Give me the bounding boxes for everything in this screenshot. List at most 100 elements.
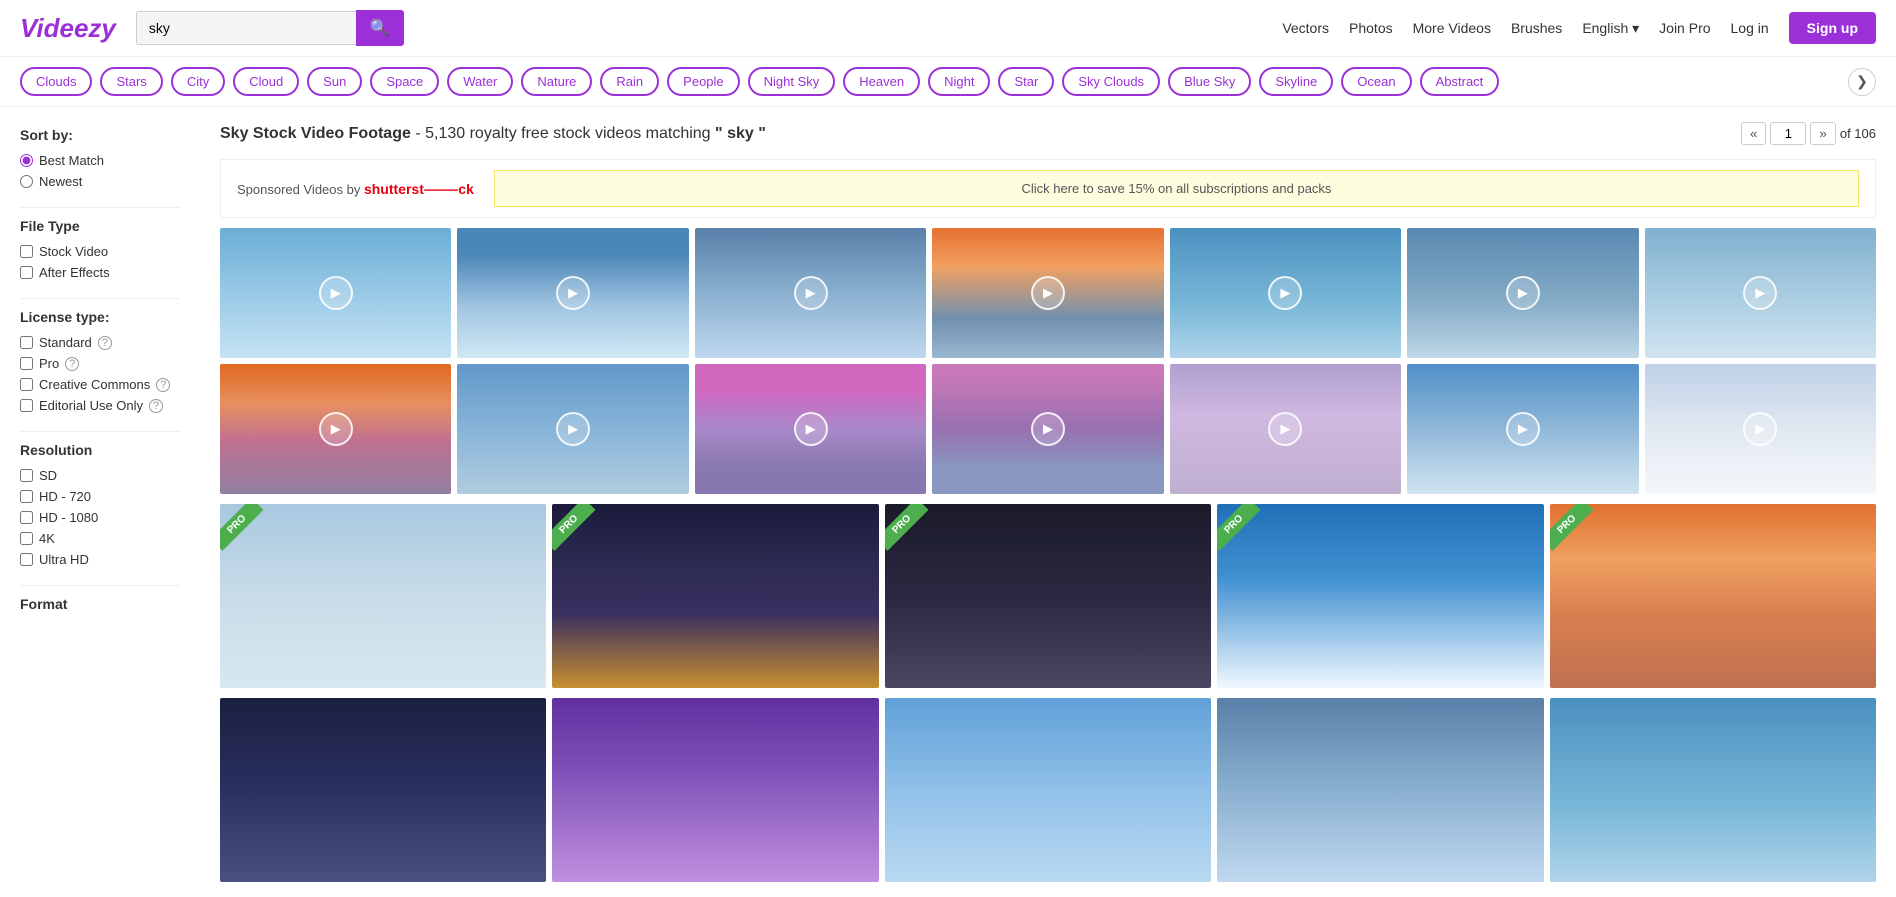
editorial-help-icon[interactable]: ? [149,399,163,413]
video-thumb-7[interactable]: ▶ [1645,228,1876,358]
video-thumb-12[interactable]: ▶ [1170,364,1401,494]
tag-ocean[interactable]: Ocean [1341,67,1411,96]
tag-people[interactable]: People [667,67,739,96]
tag-sky-clouds[interactable]: Sky Clouds [1062,67,1160,96]
page-next-button[interactable]: » [1810,122,1835,145]
tag-clouds[interactable]: Clouds [20,67,92,96]
video-thumb-pro-5[interactable] [1550,504,1876,688]
tag-cloud[interactable]: Cloud [233,67,299,96]
nav-more-videos[interactable]: More Videos [1413,20,1491,36]
play-button-3[interactable]: ▶ [794,276,828,310]
play-button-13[interactable]: ▶ [1506,412,1540,446]
video-thumb-1[interactable]: ▶ [220,228,451,358]
play-button-4[interactable]: ▶ [1031,276,1065,310]
video-thumb-3[interactable]: ▶ [695,228,926,358]
tag-nature[interactable]: Nature [521,67,592,96]
tag-star[interactable]: Star [998,67,1054,96]
play-button-12[interactable]: ▶ [1268,412,1302,446]
video-thumb-5[interactable]: ▶ [1170,228,1401,358]
shutterstock-logo[interactable]: shutterst⸻ck [364,181,474,197]
tag-night-sky[interactable]: Night Sky [748,67,836,96]
license-standard[interactable]: Standard ? [20,335,180,350]
video-thumb-2[interactable]: ▶ [457,228,688,358]
license-pro[interactable]: Pro ? [20,356,180,371]
video-thumb-8[interactable]: ▶ [220,364,451,494]
video-thumb-9[interactable]: ▶ [457,364,688,494]
play-button-14[interactable]: ▶ [1743,412,1777,446]
language-selector[interactable]: English ▾ [1582,20,1639,37]
video-thumb-14[interactable]: ▶ [1645,364,1876,494]
signup-button[interactable]: Sign up [1789,12,1876,44]
sort-radio-group: Best Match Newest [20,153,180,189]
play-button-1[interactable]: ▶ [319,276,353,310]
video-thumb-row3-5[interactable] [1550,698,1876,882]
file-type-label: File Type [20,218,180,234]
video-thumb-row3-2[interactable] [552,698,878,882]
play-button-10[interactable]: ▶ [794,412,828,446]
tag-heaven[interactable]: Heaven [843,67,920,96]
play-button-5[interactable]: ▶ [1268,276,1302,310]
nav-brushes[interactable]: Brushes [1511,20,1562,36]
tag-blue-sky[interactable]: Blue Sky [1168,67,1251,96]
resolution-hd720[interactable]: HD - 720 [20,489,180,504]
video-thumb-pro-4[interactable] [1217,504,1543,688]
play-button-11[interactable]: ▶ [1031,412,1065,446]
video-thumb-13[interactable]: ▶ [1407,364,1638,494]
pro-badge-1 [220,504,280,564]
play-button-7[interactable]: ▶ [1743,276,1777,310]
logo[interactable]: Videezy [20,13,116,44]
tag-city[interactable]: City [171,67,225,96]
content-area: Sky Stock Video Footage - 5,130 royalty … [200,107,1896,897]
search-input[interactable] [136,11,356,45]
sort-best-match[interactable]: Best Match [20,153,180,168]
nav-vectors[interactable]: Vectors [1282,20,1329,36]
video-thumb-row3-3[interactable] [885,698,1211,882]
promo-banner[interactable]: Click here to save 15% on all subscripti… [494,170,1859,207]
video-thumb-10[interactable]: ▶ [695,364,926,494]
pro-help-icon[interactable]: ? [65,357,79,371]
sort-newest[interactable]: Newest [20,174,180,189]
sort-by-label: Sort by: [20,127,180,143]
log-in-link[interactable]: Log in [1731,20,1769,36]
sidebar: Sort by: Best Match Newest File Type Sto… [0,107,200,897]
tag-skyline[interactable]: Skyline [1259,67,1333,96]
page-first-button[interactable]: « [1741,122,1766,145]
tag-rain[interactable]: Rain [600,67,659,96]
play-button-8[interactable]: ▶ [319,412,353,446]
resolution-hd1080[interactable]: HD - 1080 [20,510,180,525]
resolution-group: SD HD - 720 HD - 1080 4K Ultra HD [20,468,180,567]
content-header: Sky Stock Video Footage - 5,130 royalty … [220,122,1876,145]
tag-water[interactable]: Water [447,67,513,96]
standard-help-icon[interactable]: ? [98,336,112,350]
tag-space[interactable]: Space [370,67,439,96]
video-thumb-6[interactable]: ▶ [1407,228,1638,358]
tag-next-button[interactable]: ❯ [1848,68,1876,96]
tag-stars[interactable]: Stars [100,67,162,96]
play-button-9[interactable]: ▶ [556,412,590,446]
cc-help-icon[interactable]: ? [156,378,170,392]
resolution-4k[interactable]: 4K [20,531,180,546]
tag-abstract[interactable]: Abstract [1420,67,1500,96]
play-button-2[interactable]: ▶ [556,276,590,310]
tag-sun[interactable]: Sun [307,67,362,96]
join-pro-link[interactable]: Join Pro [1659,20,1710,36]
nav-photos[interactable]: Photos [1349,20,1393,36]
video-thumb-pro-1[interactable] [220,504,546,688]
video-thumb-pro-3[interactable] [885,504,1211,688]
tag-night[interactable]: Night [928,67,990,96]
page-input[interactable] [1770,122,1806,145]
video-thumb-row3-1[interactable] [220,698,546,882]
video-thumb-4[interactable]: ▶ [932,228,1163,358]
video-thumb-row3-4[interactable] [1217,698,1543,882]
search-button[interactable]: 🔍 [356,10,404,46]
content-title-strong: Sky Stock Video Footage [220,125,411,142]
video-thumb-11[interactable]: ▶ [932,364,1163,494]
file-type-after-effects[interactable]: After Effects [20,265,180,280]
video-thumb-pro-2[interactable] [552,504,878,688]
resolution-sd[interactable]: SD [20,468,180,483]
resolution-ultra-hd[interactable]: Ultra HD [20,552,180,567]
license-editorial-use-only[interactable]: Editorial Use Only ? [20,398,180,413]
play-button-6[interactable]: ▶ [1506,276,1540,310]
file-type-stock-video[interactable]: Stock Video [20,244,180,259]
license-creative-commons[interactable]: Creative Commons ? [20,377,180,392]
